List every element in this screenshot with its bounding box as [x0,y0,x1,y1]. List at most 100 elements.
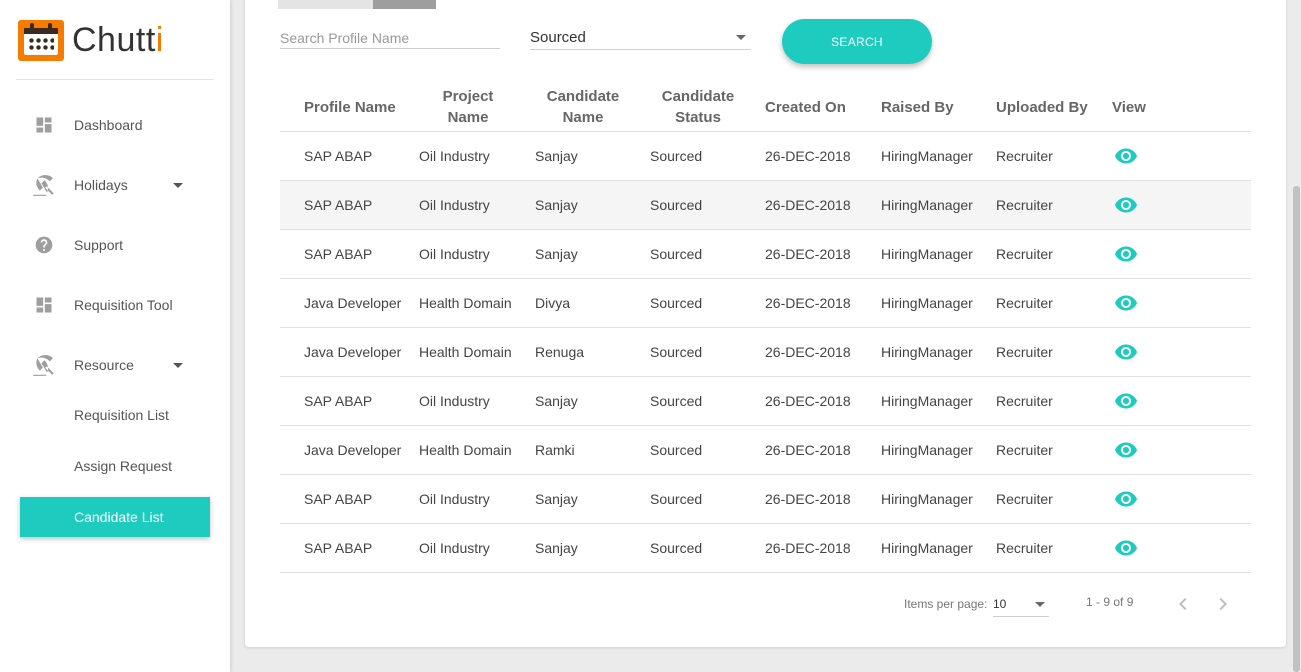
cell-profile-name: Java Developer [304,442,402,458]
view-eye-icon[interactable] [1115,393,1137,409]
cell-raised-by: HiringManager [881,246,973,262]
cell-uploaded-by: Recruiter [996,393,1053,409]
cell-project-name: Oil Industry [419,491,490,507]
cell-uploaded-by: Recruiter [996,344,1053,360]
cell-candidate-name: Renuga [535,344,585,360]
header-created-on[interactable]: Created On [765,82,865,132]
beach-icon [33,355,54,376]
cell-raised-by: HiringManager [881,540,973,556]
sidebar-item-assign-request[interactable]: Assign Request [74,458,172,474]
table-row[interactable]: SAP ABAP Oil Industry Sanjay Sourced 26-DEC-… [280,181,1251,230]
cell-project-name: Oil Industry [419,246,490,262]
beach-icon [33,175,54,196]
dashboard-icon [36,297,52,313]
cell-candidate-name: Ramki [535,442,575,458]
scrollbar[interactable] [1293,186,1300,672]
cell-profile-name: SAP ABAP [304,491,373,507]
app-logo[interactable]: Chutti [18,20,164,61]
cell-uploaded-by: Recruiter [996,148,1053,164]
table-row[interactable]: SAP ABAP Oil Industry Sanjay Sourced 26-DEC-… [280,524,1251,573]
header-candidate-status[interactable]: Candidate Status [653,82,743,132]
view-eye-icon[interactable] [1115,491,1137,507]
view-eye-icon[interactable] [1115,148,1137,164]
status-select-value: Sourced [530,29,586,46]
cell-project-name: Oil Industry [419,540,490,556]
view-eye-icon[interactable] [1115,197,1137,213]
view-eye-icon[interactable] [1115,295,1137,311]
cell-profile-name: SAP ABAP [304,246,373,262]
sidebar-item-holidays[interactable]: Holidays [0,165,230,205]
cell-profile-name: SAP ABAP [304,148,373,164]
cell-created-on: 26-DEC-2018 [765,246,851,262]
cell-candidate-status: Sourced [650,393,703,409]
page-size-value: 10 [993,597,1007,611]
sidebar-item-label: Resource [74,357,134,373]
calendar-icon [18,20,64,61]
cell-candidate-name: Sanjay [535,491,578,507]
header-view: View [1112,98,1146,116]
view-eye-icon[interactable] [1115,540,1137,556]
table-row[interactable]: Java Developer Health Domain Divya Sourced 2… [280,279,1251,328]
header-raised-by[interactable]: Raised By [881,82,981,132]
view-eye-icon[interactable] [1115,442,1137,458]
cell-candidate-status: Sourced [650,442,703,458]
sidebar: Chutti Dashboard Holidays Support Requis… [0,0,230,672]
cell-created-on: 26-DEC-2018 [765,442,851,458]
header-project-name[interactable]: Project Name [428,82,508,132]
cell-candidate-name: Sanjay [535,197,578,213]
cell-candidate-status: Sourced [650,295,703,311]
cell-uploaded-by: Recruiter [996,491,1053,507]
tab-stub[interactable] [278,0,373,9]
cell-created-on: 26-DEC-2018 [765,491,851,507]
header-profile-name[interactable]: Profile Name [304,82,414,132]
sidebar-divider [16,79,214,80]
table-row[interactable]: SAP ABAP Oil Industry Sanjay Sourced 26-DEC-… [280,132,1251,181]
previous-page-button[interactable] [1171,592,1195,616]
cell-project-name: Health Domain [419,442,512,458]
header-uploaded-by[interactable]: Uploaded By [996,82,1106,132]
sidebar-item-support[interactable]: Support [0,225,230,265]
sidebar-item-label: Holidays [74,177,128,193]
table-row[interactable]: SAP ABAP Oil Industry Sanjay Sourced 26-DEC-… [280,475,1251,524]
items-per-page-label: Items per page: [904,597,988,611]
next-page-button[interactable] [1211,592,1235,616]
table-row[interactable]: Java Developer Health Domain Ramki Sourced 2… [280,426,1251,475]
page-size-select[interactable]: 10 [993,593,1049,617]
status-select[interactable]: Sourced [530,27,751,50]
cell-project-name: Oil Industry [419,197,490,213]
table-row[interactable]: SAP ABAP Oil Industry Sanjay Sourced 26-DEC-… [280,377,1251,426]
cell-candidate-name: Sanjay [535,148,578,164]
sidebar-item-candidate-list[interactable]: Candidate List [20,497,210,537]
sidebar-item-resource[interactable]: Resource [0,345,230,385]
cell-candidate-status: Sourced [650,148,703,164]
sidebar-item-requisition-list[interactable]: Requisition List [74,407,169,423]
chevron-down-icon [173,182,183,188]
table-row[interactable]: SAP ABAP Oil Industry Sanjay Sourced 26-DEC-… [280,230,1251,279]
view-eye-icon[interactable] [1115,344,1137,360]
cell-candidate-name: Sanjay [535,540,578,556]
cell-raised-by: HiringManager [881,393,973,409]
search-button[interactable]: SEARCH [782,19,932,64]
cell-project-name: Health Domain [419,295,512,311]
chevron-left-icon [1179,598,1187,610]
tab-stub-active[interactable] [373,0,436,9]
cell-created-on: 26-DEC-2018 [765,295,851,311]
cell-created-on: 26-DEC-2018 [765,197,851,213]
chevron-right-icon [1219,598,1227,610]
cell-uploaded-by: Recruiter [996,197,1053,213]
app-name: Chutti [72,21,164,59]
cell-profile-name: SAP ABAP [304,393,373,409]
cell-profile-name: Java Developer [304,344,402,360]
header-candidate-name[interactable]: Candidate Name [538,82,628,132]
sidebar-item-requisition-tool[interactable]: Requisition Tool [0,285,230,325]
sidebar-item-dashboard[interactable]: Dashboard [0,105,230,145]
cell-uploaded-by: Recruiter [996,246,1053,262]
sidebar-item-label: Requisition Tool [74,297,173,313]
search-input[interactable] [280,27,500,49]
cell-created-on: 26-DEC-2018 [765,393,851,409]
table-row[interactable]: Java Developer Health Domain Renuga Sourced… [280,328,1251,377]
cell-uploaded-by: Recruiter [996,442,1053,458]
view-eye-icon[interactable] [1115,246,1137,262]
chevron-down-icon [1035,602,1045,607]
cell-candidate-name: Sanjay [535,393,578,409]
